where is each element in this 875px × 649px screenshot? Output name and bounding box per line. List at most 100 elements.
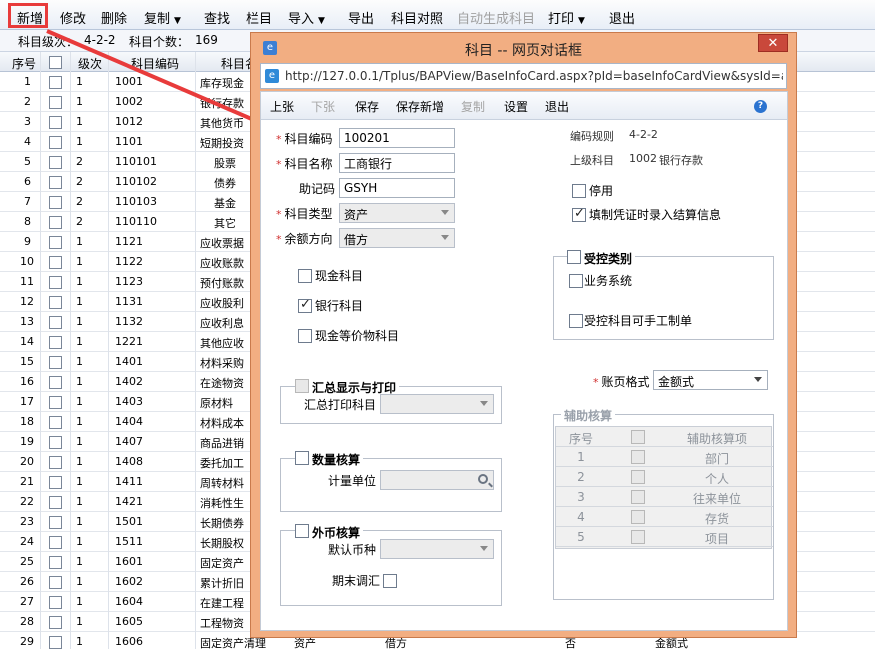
aux-select-all-checkbox[interactable] [631,430,645,444]
controlled-category-title: 受控类别 [581,250,636,267]
copy-button[interactable]: 复制 [461,98,485,115]
aux-row[interactable]: 1 部门 [556,447,773,467]
row-checkbox[interactable] [49,196,62,209]
row-number: 9 [24,235,31,248]
row-number: 26 [20,575,34,588]
select-all-checkbox[interactable] [49,56,62,69]
row-checkbox[interactable] [49,76,62,89]
help-icon[interactable]: ? [754,100,767,113]
exit-button[interactable]: 退出 [545,98,569,115]
currency-checkbox[interactable] [295,524,309,538]
row-checkbox[interactable] [49,256,62,269]
settings-button[interactable]: 设置 [504,98,528,115]
type-select[interactable]: 资产 [339,203,455,223]
biz-system-checkbox[interactable] [569,274,583,288]
level-value: 4-2-2 [84,33,116,47]
aux-row-checkbox[interactable] [631,510,645,524]
aux-row-checkbox[interactable] [631,450,645,464]
row-checkbox[interactable] [49,376,62,389]
aux-row[interactable]: 4 存货 [556,507,773,527]
row-level: 1 [76,395,83,408]
parent-name: 银行存款 [659,154,703,167]
period-adjust-checkbox[interactable] [383,574,397,588]
aux-row-checkbox[interactable] [631,490,645,504]
name-input[interactable] [339,153,455,173]
cash-account-checkbox[interactable] [298,269,312,283]
toolbar-export-button[interactable]: 导出 [348,8,374,27]
direction-select-value: 借方 [344,233,369,247]
aux-row-checkbox[interactable] [631,530,645,544]
page-icon: e [265,69,279,83]
row-checkbox[interactable] [49,216,62,229]
row-name: 短期投资 [200,137,244,150]
toolbar-mapping-button[interactable]: 科目对照 [391,8,443,27]
toolbar-print-button[interactable]: 打印 ▼ [548,8,585,27]
row-checkbox[interactable] [49,456,62,469]
row-checkbox[interactable] [49,536,62,549]
row-checkbox[interactable] [49,296,62,309]
row-checkbox[interactable] [49,516,62,529]
manual-entry-checkbox[interactable] [569,314,583,328]
page-format-select[interactable]: 金额式 [653,370,768,390]
currency-select[interactable] [380,539,494,559]
aux-row-checkbox[interactable] [631,470,645,484]
direction-select[interactable]: 借方 [339,228,455,248]
row-checkbox[interactable] [49,316,62,329]
row-checkbox[interactable] [49,576,62,589]
toolbar-edit-button[interactable]: 修改 [60,8,86,27]
quantity-checkbox[interactable] [295,451,309,465]
row-name: 消耗性生 [200,497,244,510]
row-checkbox[interactable] [49,476,62,489]
row-name: 固定资产 [200,557,244,570]
unit-input[interactable] [380,470,494,490]
toolbar-import-button[interactable]: 导入 ▼ [288,8,325,27]
row-checkbox[interactable] [49,496,62,509]
page-format-label: * 账页格式 [593,373,650,390]
mnemonic-label: 助记码 [299,182,336,196]
row-checkbox[interactable] [49,236,62,249]
toolbar-autogen-button[interactable]: 自动生成科目 [457,8,535,27]
dialog-title-bar[interactable]: e 科目 -- 网页对话框 ✕ [251,33,796,63]
toolbar-columns-button[interactable]: 栏目 [246,8,272,27]
toolbar-exit-button[interactable]: 退出 [609,8,635,27]
aux-row-item: 个人 [704,472,729,486]
mnemonic-input[interactable] [339,178,455,198]
prev-record-button[interactable]: 上张 [270,98,294,115]
summary-print-checkbox[interactable] [295,379,309,393]
next-record-button[interactable]: 下张 [311,98,335,115]
row-checkbox[interactable] [49,356,62,369]
toolbar-delete-button[interactable]: 删除 [101,8,127,27]
row-checkbox[interactable] [49,116,62,129]
row-checkbox[interactable] [49,436,62,449]
search-icon[interactable] [478,474,488,484]
row-checkbox[interactable] [49,556,62,569]
disable-checkbox[interactable] [572,184,586,198]
row-checkbox[interactable] [49,636,62,649]
save-and-new-button[interactable]: 保存新增 [396,98,444,115]
row-checkbox[interactable] [49,176,62,189]
close-button[interactable]: ✕ [758,34,788,52]
aux-row[interactable]: 2 个人 [556,467,773,487]
cash-equiv-checkbox[interactable] [298,329,312,343]
row-checkbox[interactable] [49,276,62,289]
aux-row[interactable]: 5 项目 [556,527,773,547]
summary-account-select[interactable] [380,394,494,414]
toolbar-find-button[interactable]: 查找 [204,8,230,27]
row-checkbox[interactable] [49,416,62,429]
row-checkbox[interactable] [49,96,62,109]
row-checkbox[interactable] [49,396,62,409]
code-input[interactable] [339,128,455,148]
cash-equiv-label: 现金等价物科目 [315,329,400,343]
row-name: 股票 [214,157,236,170]
row-checkbox[interactable] [49,596,62,609]
toolbar-copy-button[interactable]: 复制 ▼ [144,8,181,27]
save-button[interactable]: 保存 [355,98,379,115]
settle-info-checkbox[interactable] [572,206,586,222]
bank-account-checkbox[interactable] [298,297,312,313]
row-checkbox[interactable] [49,136,62,149]
row-checkbox[interactable] [49,156,62,169]
row-checkbox[interactable] [49,616,62,629]
controlled-category-checkbox[interactable] [567,250,581,264]
aux-row[interactable]: 3 往来单位 [556,487,773,507]
row-checkbox[interactable] [49,336,62,349]
